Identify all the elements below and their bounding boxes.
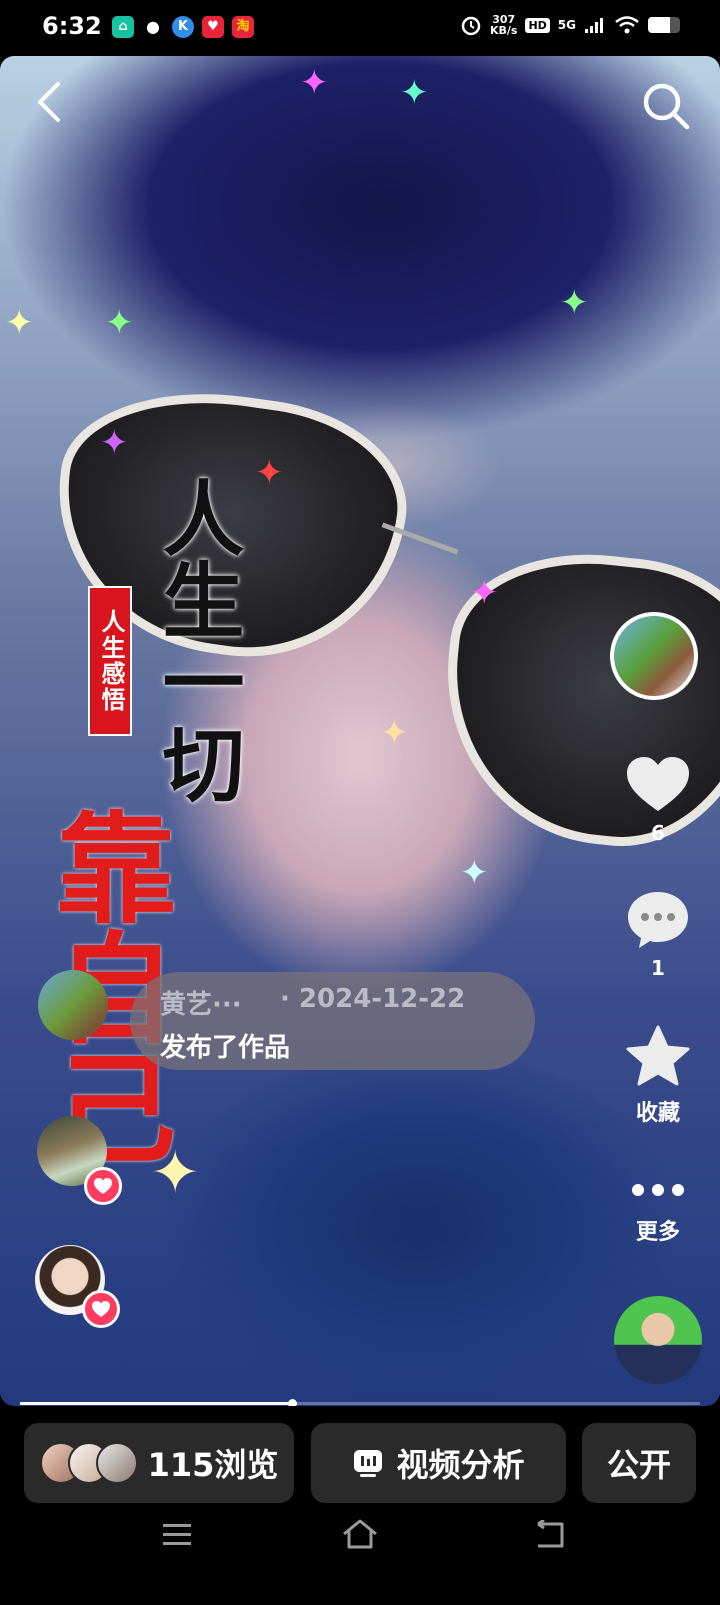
comment-count: 1 (651, 956, 665, 980)
comment-icon (628, 892, 688, 948)
more-button[interactable]: 更多 (608, 1170, 708, 1246)
status-indicators: 307 KB/s HD 5G (460, 14, 680, 36)
creator-avatar[interactable] (614, 1296, 702, 1384)
status-app-icons: ⌂ ● K ♥ 淘 (112, 16, 254, 38)
sparkle-decoration: ✦ (380, 713, 409, 753)
video-analysis-button[interactable]: 视频分析 (311, 1423, 566, 1503)
heart-badge-icon (82, 1290, 120, 1328)
battery-level (648, 17, 671, 33)
back-button[interactable] (30, 80, 70, 124)
viewer-avatar (95, 1442, 138, 1484)
music-avatar[interactable] (610, 612, 698, 700)
sparkle-decoration: ✦ (100, 423, 129, 463)
system-nav-bar (0, 1516, 720, 1605)
search-icon (643, 83, 690, 130)
k-app-icon: K (172, 16, 194, 38)
star-icon (626, 1025, 690, 1086)
more-label: 更多 (635, 1220, 680, 1245)
signal-icon (585, 18, 603, 33)
video-progress-bar[interactable] (20, 1399, 700, 1408)
chevron-left-icon (38, 82, 60, 122)
publish-action: 发布了作品 (160, 1033, 291, 1063)
calligraphy-text: 人生一切 (148, 476, 244, 804)
comment-button[interactable]: 1 (608, 888, 708, 980)
home-icon[interactable] (340, 1518, 380, 1550)
viewer-avatars (39, 1442, 138, 1484)
bottom-bar: 115浏览 视频分析 公开 (0, 1406, 720, 1605)
sparkle-decoration: ✦ (255, 453, 284, 493)
sparkle-decoration: ✦ (5, 303, 34, 343)
sparkle-decoration: ✦ (400, 73, 429, 113)
heart-icon (627, 757, 689, 811)
status-time: 6:32 (42, 12, 102, 40)
publisher-avatar[interactable] (38, 970, 108, 1040)
video-progress-fill (20, 1402, 292, 1405)
hd-badge: HD (525, 17, 550, 33)
network-type: 5G (557, 18, 576, 32)
publisher-name: 黄艺··· (160, 990, 242, 1020)
taobao-app-icon: 淘 (232, 16, 254, 38)
visibility-label: 公开 (606, 1446, 671, 1484)
video-analysis-label: 视频分析 (396, 1446, 525, 1484)
battery-icon (648, 17, 680, 33)
seal-stamp: 人生感悟 (88, 586, 132, 736)
sparkle-decoration: ✦ (560, 283, 589, 323)
favorite-label: 收藏 (635, 1101, 680, 1126)
home-app-icon: ⌂ (112, 16, 134, 38)
network-speed-unit: KB/s (489, 24, 518, 37)
publish-date: · 2024-12-22 (280, 984, 466, 1014)
more-dots-icon (608, 1170, 708, 1210)
sparkle-decoration: ✦ (105, 303, 134, 343)
alarm-icon (461, 16, 481, 36)
sparkle-decoration: ✦ (300, 63, 329, 103)
network-speed: 307 KB/s (490, 14, 517, 36)
like-count: 6 (651, 821, 665, 845)
wechat-icon: ● (142, 16, 164, 38)
views-button[interactable]: 115浏览 (24, 1423, 294, 1503)
visibility-button[interactable]: 公开 (582, 1423, 696, 1503)
sparkle-decoration: ✦ (460, 853, 489, 893)
wifi-icon (615, 16, 639, 34)
views-label: 115浏览 (147, 1446, 279, 1484)
status-bar: 6:32 ⌂ ● K ♥ 淘 307 KB/s HD 5G (0, 0, 720, 56)
analytics-icon (354, 1450, 383, 1477)
back-nav-icon[interactable] (532, 1520, 568, 1550)
menu-icon[interactable] (161, 1522, 193, 1548)
search-button[interactable] (640, 80, 692, 132)
like-button[interactable]: 6 (608, 755, 708, 845)
sparkle-decoration: ✦ (470, 573, 499, 613)
heart-app-icon: ♥ (202, 16, 224, 38)
favorite-button[interactable]: 收藏 (608, 1025, 708, 1127)
publish-notice[interactable]: 黄艺··· · 2024-12-22 发布了作品 (130, 972, 535, 1070)
heart-badge-icon (84, 1167, 122, 1205)
